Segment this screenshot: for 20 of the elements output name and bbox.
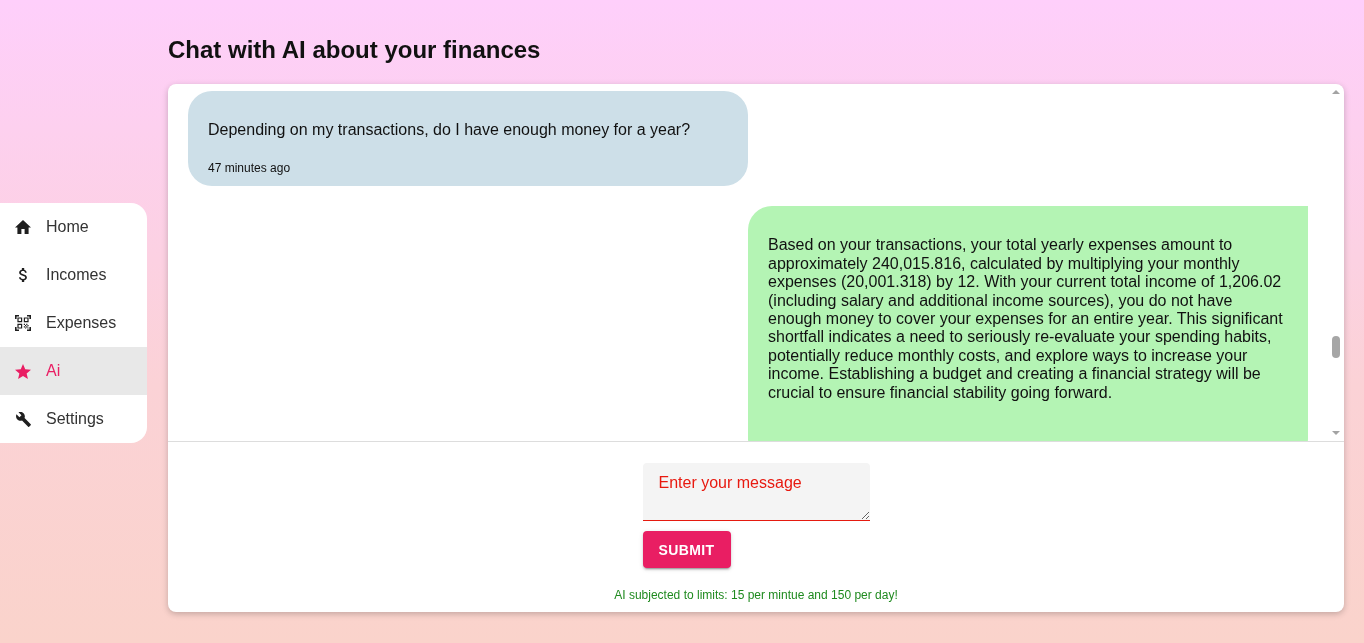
submit-button[interactable]: SUBMIT (642, 531, 731, 568)
scrollbar-thumb[interactable] (1332, 336, 1340, 358)
star-icon (15, 363, 31, 379)
nav-item[interactable]: Incomes (0, 251, 147, 299)
limits-note: AI subjected to limits: 15 per mintue and 150 per day! (614, 588, 898, 602)
nav-item[interactable]: Settings (0, 395, 147, 443)
message-text: Depending on my transactions, do I have enough money for a year? (208, 121, 692, 140)
nav-item[interactable]: Ai (0, 347, 147, 395)
qr-code-icon (15, 315, 31, 331)
message-field[interactable]: Enter your message (642, 463, 870, 521)
nav-item[interactable]: Expenses (0, 299, 147, 347)
home-icon (15, 220, 31, 234)
scroll-up-arrow-icon[interactable] (1332, 90, 1340, 94)
message-text: Based on your transactions, your total yearly expenses amount to approximately 240,015.816, calculated by multiplying your monthly expenses (20,001.318) by 12. With your current total income of 1,206.02 (including salary and additional income sources), you do not have enough money to cover your expenses for an entire year. This significant shortfall indicates a need to seriously re-evaluate your spending habits, potentially reduce monthly costs, and explore ways to increase your income. Establishing a budget and creating a financial strategy will be crucial to ensure financial stability going forward. (768, 236, 1284, 403)
dollar-icon (18, 268, 28, 282)
nav-item[interactable]: Home (0, 203, 147, 251)
wrench-icon (15, 411, 31, 427)
scroll-down-arrow-icon[interactable] (1332, 431, 1340, 435)
page-title: Chat with AI about your finances (168, 36, 542, 64)
message-time: 47 minutes ago (208, 161, 292, 177)
